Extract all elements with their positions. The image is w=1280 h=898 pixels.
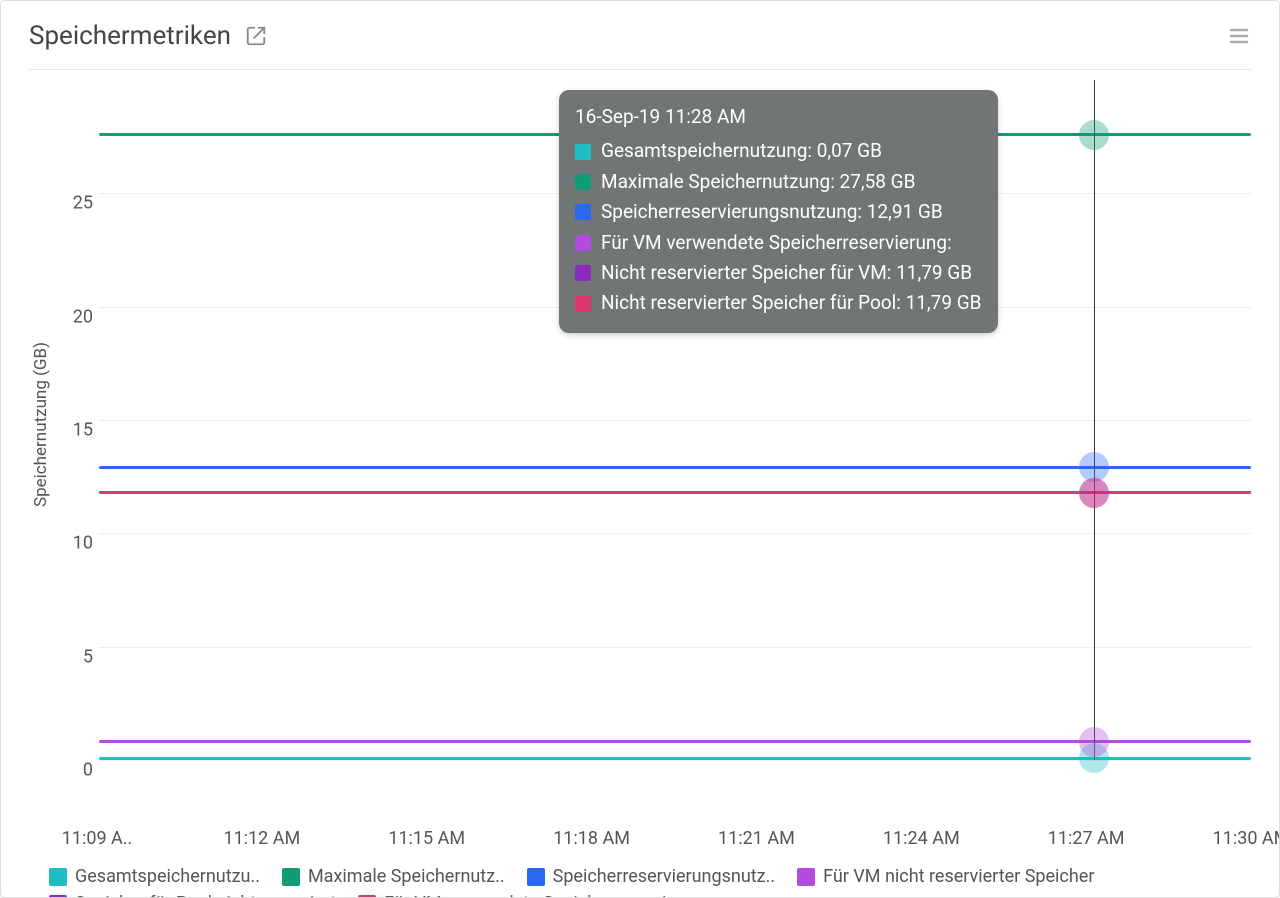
y-tick: 15 [73, 420, 93, 441]
legend-swatch [49, 895, 67, 898]
legend-label: Gesamtspeichernutzu.. [75, 866, 260, 887]
y-tick: 0 [83, 760, 93, 781]
card-header: Speichermetriken [29, 21, 1251, 51]
x-tick: 11:24 AM [883, 828, 960, 849]
y-tick: 20 [73, 306, 93, 327]
x-axis: 11:09 A..11:12 AM11:15 AM11:18 AM11:21 A… [97, 820, 1251, 860]
x-tick: 11:27 AM [1048, 828, 1125, 849]
legend-label: Speicherreservierungsnutz.. [553, 866, 775, 887]
tooltip-swatch [575, 204, 591, 220]
tooltip-swatch [575, 296, 591, 312]
hover-marker-max [1079, 120, 1109, 150]
legend-item[interactable]: Speicher für Pool nicht reserviert [49, 893, 336, 898]
menu-icon[interactable] [1227, 24, 1251, 48]
tooltip-row: Gesamtspeichernutzung: 0,07 GB [575, 136, 982, 166]
legend-swatch [527, 868, 545, 886]
legend-swatch [358, 895, 376, 898]
tooltip-row: Maximale Speichernutzung: 27,58 GB [575, 167, 982, 197]
tooltip-text: Gesamtspeichernutzung: 0,07 GB [601, 136, 882, 166]
gridline [99, 420, 1251, 421]
tooltip-text: Maximale Speichernutzung: 27,58 GB [601, 167, 915, 197]
title-wrap: Speichermetriken [29, 21, 267, 51]
tooltip-row: Speicherreservierungsnutzung: 12,91 GB [575, 197, 982, 227]
tooltip-text: Für VM verwendete Speicherreservierung: [601, 228, 952, 258]
x-tick: 11:30 AM [1213, 828, 1280, 849]
legend: Gesamtspeichernutzu.. Maximale Speichernu… [49, 866, 1251, 898]
tooltip-text: Nicht reservierter Speicher für Pool: 11… [601, 288, 982, 318]
legend-swatch [797, 868, 815, 886]
hover-marker-vm_nicht_reserviert [1079, 727, 1109, 757]
tooltip-row: Nicht reservierter Speicher für Pool: 11… [575, 288, 982, 318]
popout-icon[interactable] [245, 25, 267, 47]
tooltip-swatch [575, 144, 591, 160]
y-axis: 0510152025 [51, 80, 99, 760]
tooltip-text: Nicht reservierter Speicher für VM: 11,7… [601, 258, 972, 288]
legend-label: Für VM verwendete Speicherreservierung [384, 893, 712, 898]
chart-card: Speichermetriken Speichernutzung (GB) 0 5… [0, 0, 1280, 898]
tooltip-timestamp: 16-Sep-19 11:28 AM [575, 102, 982, 132]
legend-item[interactable]: Speicherreservierungsnutz.. [527, 866, 775, 887]
tooltip-row: Nicht reservierter Speicher für VM: 11,7… [575, 258, 982, 288]
tooltip-swatch [575, 235, 591, 251]
legend-item[interactable]: Für VM verwendete Speicherreservierung [358, 893, 712, 898]
divider [29, 69, 1251, 70]
x-tick: 11:18 AM [553, 828, 630, 849]
x-tick: 11:12 AM [223, 828, 300, 849]
tooltip-row: Für VM verwendete Speicherreservierung: [575, 228, 982, 258]
legend-label: Speicher für Pool nicht reserviert [75, 893, 336, 898]
hover-vline [1094, 80, 1095, 760]
y-tick: 25 [73, 193, 93, 214]
legend-label: Maximale Speichernutz.. [308, 866, 505, 887]
hover-tooltip: 16-Sep-19 11:28 AM Gesamtspeichernutzung:… [559, 90, 998, 333]
hover-marker-vm_verwendete_reservierung [1079, 478, 1109, 508]
tooltip-swatch [575, 174, 591, 190]
tooltip-swatch [575, 265, 591, 281]
plot[interactable]: 16-Sep-19 11:28 AM Gesamtspeichernutzung:… [99, 80, 1251, 761]
gridline [99, 533, 1251, 534]
chart-area[interactable]: Speichernutzung (GB) 0 5 10 15 20 25 16-Sep-1… [29, 80, 1251, 820]
legend-item[interactable]: Maximale Speichernutz.. [282, 866, 505, 887]
legend-swatch [282, 868, 300, 886]
y-axis-label: Speichernutzung (GB) [29, 342, 51, 507]
legend-item[interactable]: Gesamtspeichernutzu.. [49, 866, 260, 887]
legend-label: Für VM nicht reservierter Speicher [823, 866, 1094, 887]
x-tick: 11:21 AM [718, 828, 795, 849]
card-title: Speichermetriken [29, 21, 231, 51]
tooltip-text: Speicherreservierungsnutzung: 12,91 GB [601, 197, 943, 227]
legend-swatch [49, 868, 67, 886]
y-tick: 5 [83, 646, 93, 667]
legend-item[interactable]: Für VM nicht reservierter Speicher [797, 866, 1094, 887]
y-tick: 10 [73, 533, 93, 554]
gridline [99, 647, 1251, 648]
x-tick: 11:09 A.. [62, 828, 133, 849]
x-tick: 11:15 AM [388, 828, 465, 849]
